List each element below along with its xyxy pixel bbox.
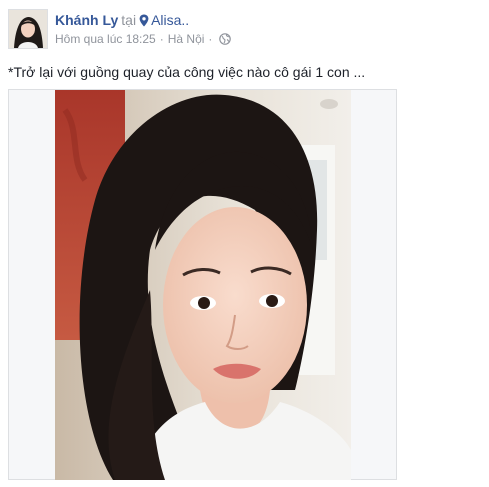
post-timestamp-link[interactable]: Hôm qua lúc 18:25 — [55, 32, 156, 46]
selfie-image — [55, 90, 351, 480]
post-location-link[interactable]: Hà Nội — [168, 32, 205, 46]
meta-separator-2: · — [208, 32, 213, 46]
post-header-line: Khánh Ly tại Alisa.. — [55, 11, 189, 31]
meta-separator: · — [159, 32, 164, 46]
avatar-image — [9, 10, 47, 48]
post-meta: Hôm qua lúc 18:25 · Hà Nội · — [55, 32, 232, 49]
author-name-link[interactable]: Khánh Ly — [55, 12, 118, 28]
post-caption: *Trở lại với guồng quay của công việc nà… — [8, 64, 366, 80]
globe-icon[interactable] — [219, 33, 232, 49]
at-label: tại — [121, 12, 137, 28]
post-photo[interactable] — [55, 90, 351, 480]
location-pin-icon — [139, 13, 149, 31]
author-avatar[interactable] — [8, 9, 48, 49]
place-link[interactable]: Alisa.. — [151, 12, 189, 28]
feed-post: Khánh Ly tại Alisa.. Hôm qua lúc 18:25 · Hà … — [0, 0, 489, 487]
